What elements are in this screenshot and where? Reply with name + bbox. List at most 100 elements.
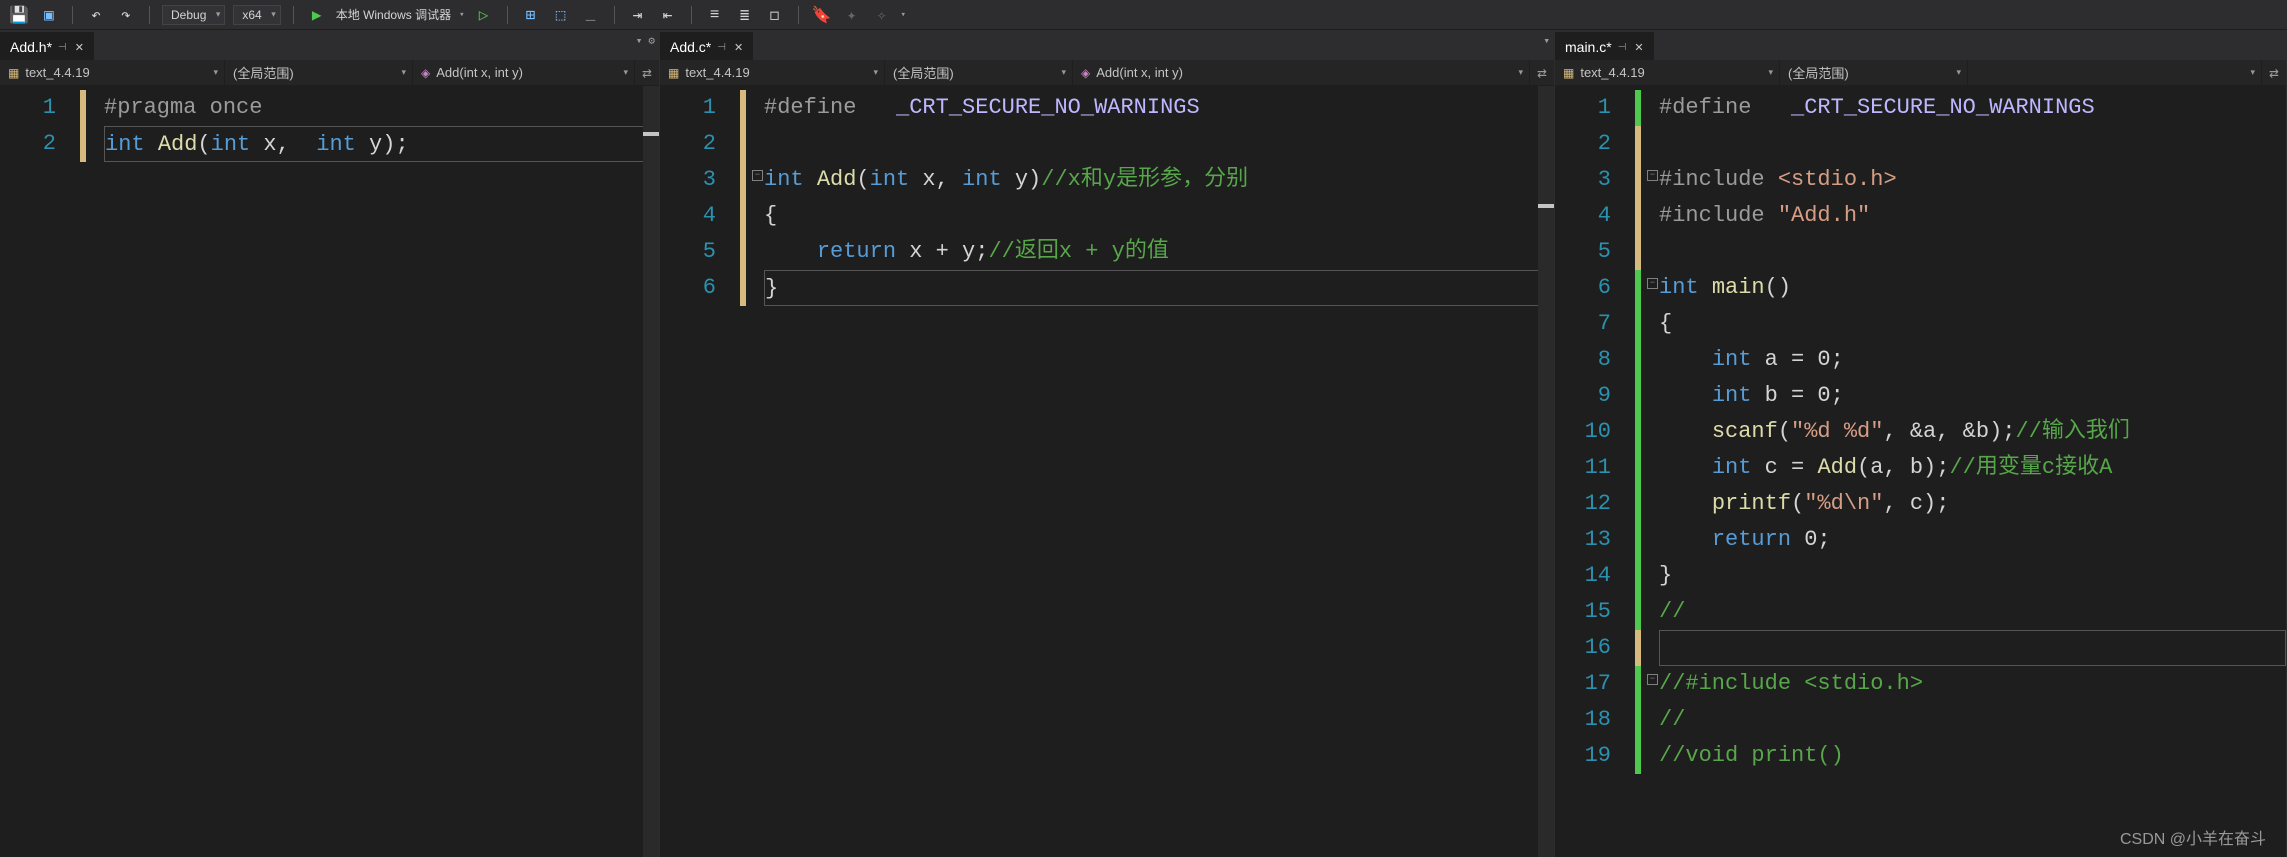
indent-icon[interactable]: ⇥	[627, 4, 649, 26]
line-number: 3	[1555, 162, 1629, 198]
code-line[interactable]: #define _CRT_SECURE_NO_WARNINGS	[1659, 90, 2286, 126]
project-icon: ▦	[1563, 66, 1574, 80]
code-line[interactable]: //#include <stdio.h>	[1659, 666, 2286, 702]
code-line[interactable]: }	[764, 270, 1554, 306]
nav-func[interactable]: ◈Add(int x, int y)	[413, 60, 635, 85]
tool-icon-1[interactable]: ⊞	[520, 4, 542, 26]
nav-project-label: text_4.4.19	[1580, 65, 1644, 80]
line-number: 1	[1555, 90, 1629, 126]
code-line[interactable]: int main()	[1659, 270, 2286, 306]
pin-icon[interactable]: ⊣	[1618, 42, 1627, 53]
tab-label: Add.c*	[670, 39, 711, 55]
fold-icon[interactable]: −	[1647, 170, 1658, 181]
line-number: 8	[1555, 342, 1629, 378]
undo-icon[interactable]: ↶	[85, 4, 107, 26]
nav-func[interactable]: ◈Add(int x, int y)	[1073, 60, 1530, 85]
code-line[interactable]: int a = 0;	[1659, 342, 2286, 378]
gutter-2: 1 2 3 4 5 6	[660, 86, 734, 857]
code-line[interactable]	[1659, 630, 2286, 666]
code-1[interactable]: #pragma onceint Add(int x, int y);	[104, 86, 659, 857]
code-line[interactable]: #pragma once	[104, 90, 659, 126]
line-number: 10	[1555, 414, 1629, 450]
nav-func[interactable]	[1968, 60, 2262, 85]
code-line[interactable]: //	[1659, 702, 2286, 738]
line-number: 11	[1555, 450, 1629, 486]
bookmark-next-icon[interactable]: ✧	[871, 4, 893, 26]
tabstrip-1: Add.h* ⊣ ✕ ▾ ⚙	[0, 30, 659, 60]
pin-icon[interactable]: ⊣	[717, 42, 726, 53]
comment-icon[interactable]: ≡	[704, 4, 726, 26]
code-line[interactable]: {	[1659, 306, 2286, 342]
editor-1[interactable]: 1 2 #pragma onceint Add(int x, int y);	[0, 86, 659, 857]
tool-icon-3[interactable]: _	[580, 4, 602, 26]
nav-scope[interactable]: (全局范围)	[885, 60, 1073, 85]
nav-swap-icon[interactable]: ⇄	[1530, 60, 1554, 85]
code-line[interactable]: #include "Add.h"	[1659, 198, 2286, 234]
config-dropdown[interactable]: Debug	[162, 5, 225, 25]
fold-icon[interactable]: −	[752, 170, 763, 181]
code-line[interactable]: int b = 0;	[1659, 378, 2286, 414]
func-icon: ◈	[1081, 66, 1090, 80]
code-line[interactable]: int Add(int x, int y)//x和y是形参，分别	[764, 162, 1554, 198]
tab-main-c[interactable]: main.c* ⊣ ✕	[1555, 32, 1654, 60]
line-number: 15	[1555, 594, 1629, 630]
nav-swap-icon[interactable]: ⇄	[635, 60, 659, 85]
nav-scope[interactable]: (全局范围)	[225, 60, 413, 85]
pin-icon[interactable]: ⊣	[58, 42, 67, 53]
code-line[interactable]: printf("%d\n", c);	[1659, 486, 2286, 522]
code-line[interactable]: int c = Add(a, b);//用变量c接收A	[1659, 450, 2286, 486]
nav-project[interactable]: ▦ text_4.4.19	[1555, 60, 1780, 85]
close-icon[interactable]: ✕	[1632, 39, 1645, 56]
tab-gear-icon[interactable]: ⚙	[648, 34, 655, 48]
fold-icon[interactable]: −	[1647, 278, 1658, 289]
uncomment-icon[interactable]: ≣	[734, 4, 756, 26]
scrollbar-v[interactable]	[643, 86, 659, 857]
code-line[interactable]: //	[1659, 594, 2286, 630]
code-line[interactable]: return x + y;//返回x + y的值	[764, 234, 1554, 270]
code-line[interactable]: #define _CRT_SECURE_NO_WARNINGS	[764, 90, 1554, 126]
line-number: 18	[1555, 702, 1629, 738]
tab-add-h[interactable]: Add.h* ⊣ ✕	[0, 32, 94, 60]
tab-add-c[interactable]: Add.c* ⊣ ✕	[660, 32, 753, 60]
code-3[interactable]: #define _CRT_SECURE_NO_WARNINGS #include …	[1659, 86, 2286, 857]
bookmark-icon[interactable]: ◻	[764, 4, 786, 26]
pane-add-h: Add.h* ⊣ ✕ ▾ ⚙ ▦text_4.4.19 (全局范围) ◈Add(…	[0, 30, 660, 857]
editor-3[interactable]: 12345678910111213141516171819 − − − #def…	[1555, 86, 2286, 857]
play-icon[interactable]: ▶	[306, 4, 328, 26]
nav-scope-label: (全局范围)	[233, 63, 294, 82]
debug-target-label[interactable]: 本地 Windows 调试器	[336, 6, 451, 23]
nav-scope[interactable]: (全局范围)	[1780, 60, 1968, 85]
code-line[interactable]: {	[764, 198, 1554, 234]
scrollbar-v[interactable]	[1538, 86, 1554, 857]
start-without-debug-icon[interactable]: ▷	[473, 4, 495, 26]
nav-project[interactable]: ▦text_4.4.19	[660, 60, 885, 85]
code-line[interactable]: }	[1659, 558, 2286, 594]
close-icon[interactable]: ✕	[732, 39, 745, 56]
code-line[interactable]: scanf("%d %d", &a, &b);//输入我们	[1659, 414, 2286, 450]
editor-2[interactable]: 1 2 3 4 5 6 − #define _CRT_SECURE_NO_WAR…	[660, 86, 1554, 857]
code-line[interactable]	[1659, 126, 2286, 162]
tool-icon-2[interactable]: ⬚	[550, 4, 572, 26]
bookmark-toggle-icon[interactable]: 🔖	[811, 4, 833, 26]
code-line[interactable]: //void print()	[1659, 738, 2286, 774]
pane-main-c: main.c* ⊣ ✕ ▦text_4.4.19 (全局范围) ⇄ 123456…	[1555, 30, 2287, 857]
redo-icon[interactable]: ↷	[115, 4, 137, 26]
fold-icon[interactable]: −	[1647, 674, 1658, 685]
line-number: 3	[660, 162, 734, 198]
bookmark-prev-icon[interactable]: ✦	[841, 4, 863, 26]
code-2[interactable]: #define _CRT_SECURE_NO_WARNINGSint Add(i…	[764, 86, 1554, 857]
code-line[interactable]	[764, 126, 1554, 162]
tab-dropdown-icon[interactable]: ▾	[636, 34, 643, 48]
code-line[interactable]	[1659, 234, 2286, 270]
save-icon[interactable]: 💾	[8, 4, 30, 26]
tab-dropdown-icon[interactable]: ▾	[1543, 34, 1550, 48]
nav-swap-icon[interactable]: ⇄	[2262, 60, 2286, 85]
code-line[interactable]: #include <stdio.h>	[1659, 162, 2286, 198]
close-icon[interactable]: ✕	[73, 39, 86, 56]
nav-project[interactable]: ▦text_4.4.19	[0, 60, 225, 85]
code-line[interactable]: int Add(int x, int y);	[104, 126, 659, 162]
platform-dropdown[interactable]: x64	[233, 5, 280, 25]
save-all-icon[interactable]: ▣	[38, 4, 60, 26]
outdent-icon[interactable]: ⇤	[657, 4, 679, 26]
code-line[interactable]: return 0;	[1659, 522, 2286, 558]
